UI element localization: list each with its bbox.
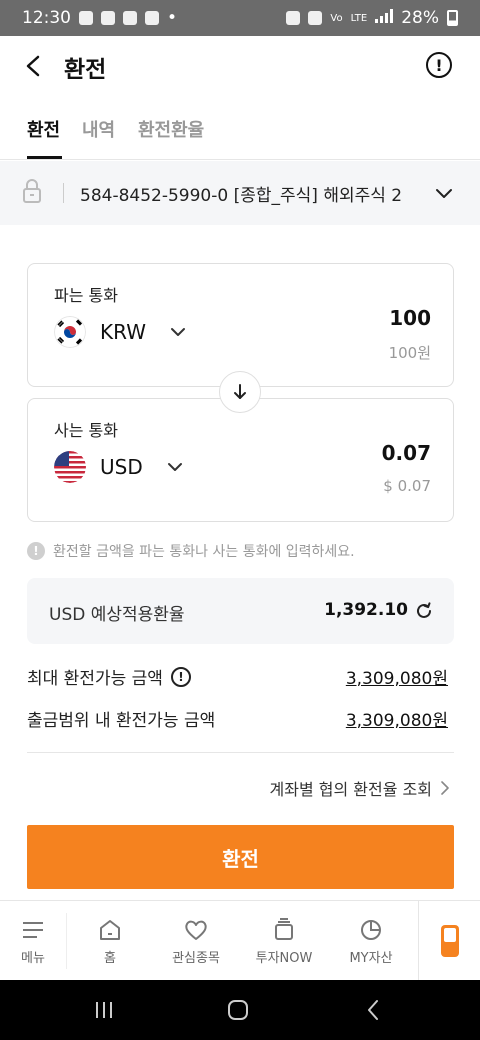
alarm-icon [308, 11, 323, 25]
pie-chart-icon [361, 919, 381, 940]
back-nav-icon[interactable] [362, 998, 386, 1022]
page-title: 환전 [64, 57, 107, 83]
app-icon [286, 11, 301, 25]
sell-amount-input[interactable]: 100 [389, 306, 431, 330]
tab-history[interactable]: 내역 [82, 116, 115, 142]
expected-rate-label: USD 예상적용환율 [49, 605, 185, 625]
network-type: LTE [350, 12, 368, 24]
chevron-left-icon [26, 55, 40, 77]
nav-my-assets-label: MY자산 [349, 950, 393, 966]
menu-icon [23, 921, 43, 938]
sell-currency-label: 파는 통화 [54, 286, 118, 305]
max-exchange-value[interactable]: 3,309,080원 [346, 664, 448, 689]
account-divider [63, 183, 64, 203]
exclamation-icon: ! [27, 542, 45, 560]
divider [27, 752, 454, 753]
sell-amount-formatted: 100원 [388, 344, 431, 362]
buy-currency-code: USD [100, 455, 143, 479]
nav-separator [66, 913, 67, 969]
nav-phone-button[interactable] [418, 901, 480, 981]
lock-icon [23, 179, 41, 203]
withdrawable-exchange-row: 출금범위 내 환전가능 금액 3,309,080원 [27, 702, 454, 732]
exchange-button[interactable]: 환전 [27, 825, 454, 889]
phone-icon [440, 925, 459, 957]
expected-rate-value: 1,392.10 [324, 600, 408, 620]
tools-icon [145, 11, 159, 25]
nav-invest-now[interactable]: 투자NOW [246, 901, 322, 981]
nav-watchlist[interactable]: 관심종목 [160, 901, 232, 981]
nav-home-label: 홈 [104, 950, 116, 966]
app-header: 환전 ! [0, 36, 480, 96]
battery-icon [447, 10, 458, 26]
account-number: 584-8452-5990-0 [종합_주식] 해외주식 2 [80, 186, 403, 206]
dot-icon: • [167, 8, 178, 28]
status-bar: 12:30 • Vo LTE 28% [0, 0, 480, 36]
korea-flag-icon [54, 316, 86, 348]
negotiated-rate-link[interactable]: 계좌별 협의 환전율 조회 [270, 776, 450, 800]
recent-apps-icon[interactable] [92, 998, 116, 1022]
account-selector[interactable]: 584-8452-5990-0 [종합_주식] 해외주식 2 [0, 161, 480, 225]
nav-home[interactable]: 홈 [80, 901, 140, 981]
negotiated-rate-link-text: 계좌별 협의 환전율 조회 [269, 780, 432, 799]
usa-flag-icon [54, 451, 86, 483]
swap-button[interactable] [219, 371, 261, 413]
buy-currency-select[interactable]: USD [54, 451, 183, 483]
exclamation-icon: ! [435, 55, 443, 75]
expected-rate-box: USD 예상적용환율 1,392.10 [27, 578, 454, 644]
nav-watchlist-label: 관심종목 [172, 950, 220, 966]
heart-icon [185, 920, 207, 940]
layers-icon [275, 917, 293, 940]
buy-currency-label: 사는 통화 [54, 421, 118, 440]
refresh-icon[interactable] [414, 601, 434, 621]
nav-invest-now-label: 투자NOW [255, 950, 313, 966]
tab-exchange[interactable]: 환전 [27, 116, 60, 142]
chevron-down-icon [167, 463, 182, 471]
info-button[interactable]: ! [426, 52, 452, 78]
max-exchange-label: 최대 환전가능 금액 [27, 669, 163, 689]
nav-menu-label: 메뉴 [21, 950, 45, 966]
input-hint: ! 환전할 금액을 파는 통화나 사는 통화에 입력하세요. [27, 541, 355, 561]
home-icon [100, 919, 120, 940]
withdrawable-exchange-label: 출금범위 내 환전가능 금액 [27, 711, 216, 731]
volte-icon: Vo [330, 12, 343, 24]
back-button[interactable] [16, 48, 52, 84]
status-time: 12:30 [22, 8, 71, 28]
info-icon[interactable]: ! [170, 666, 191, 687]
chevron-down-icon [170, 328, 185, 336]
chat-icon [123, 11, 137, 25]
arrow-down-icon [234, 384, 246, 399]
signal-icon [375, 8, 394, 28]
talk-icon [101, 11, 115, 25]
nav-menu[interactable]: 메뉴 [6, 901, 60, 981]
home-button-icon[interactable] [226, 998, 250, 1022]
tab-bar: 환전 내역 환전환율 [0, 100, 480, 160]
bottom-nav: 메뉴 홈 관심종목 투자NOW MY자산 [0, 900, 480, 981]
input-hint-text: 환전할 금액을 파는 통화나 사는 통화에 입력하세요. [53, 544, 355, 560]
withdrawable-exchange-value[interactable]: 3,309,080원 [346, 706, 448, 731]
system-navigation-bar [0, 980, 480, 1040]
sell-currency-code: KRW [100, 320, 146, 344]
chevron-right-icon [441, 781, 449, 795]
buy-currency-card: 사는 통화 USD 0.07 $ 0.07 [27, 398, 454, 522]
nav-my-assets[interactable]: MY자산 [336, 901, 406, 981]
sell-currency-card: 파는 통화 KRW 100 100원 [27, 263, 454, 387]
tab-exchange-rate[interactable]: 환전환율 [138, 116, 204, 142]
battery-percent: 28% [401, 8, 439, 28]
buy-amount-input[interactable]: 0.07 [382, 441, 431, 465]
sell-currency-select[interactable]: KRW [54, 316, 186, 348]
max-exchange-row: 최대 환전가능 금액 ! 3,309,080원 [27, 660, 454, 690]
buy-amount-formatted: $ 0.07 [383, 477, 431, 495]
notification-icon [79, 11, 93, 25]
tab-active-indicator [27, 156, 62, 159]
chevron-down-icon [436, 189, 452, 198]
